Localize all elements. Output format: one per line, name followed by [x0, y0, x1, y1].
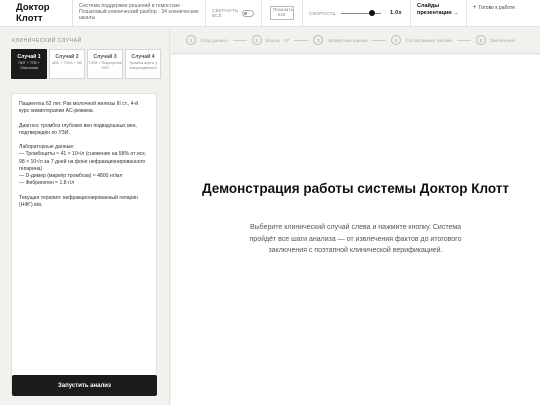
slides-link[interactable]: Слайды презентации →: [411, 0, 467, 26]
show-all-control: Показать всё: [262, 0, 303, 26]
collapse-all-control[interactable]: СВЕРНУТЬ ВСЁ: [206, 0, 262, 26]
show-all-button[interactable]: Показать всё: [270, 6, 294, 20]
app-subtitle: Система поддержки решений в гемостазе · …: [73, 0, 206, 26]
case-lab-ddimer: — D-димер (маркёр тромбоза) ≈ 4800 нг/мл: [19, 173, 123, 179]
app-logo: Доктор Клотт: [0, 0, 73, 26]
step-number: 4: [391, 35, 402, 45]
step-separator: [372, 39, 387, 41]
step-label: Шкалы · 97: [265, 37, 290, 43]
collapse-all-label: СВЕРНУТЬ ВСЁ: [212, 7, 239, 19]
step-label: Сбор данных: [200, 37, 228, 43]
status-text: Готово к работе: [478, 5, 516, 11]
case-description: Пациентка 62 лет. Рак молочной железы II…: [11, 93, 157, 395]
step-number: 5: [475, 35, 486, 45]
demo-title: Демонстрация работы системы Доктор Клотт: [201, 181, 510, 196]
section-title: КЛИНИЧЕСКИЙ СЛУЧАЙ: [12, 38, 82, 44]
case-lab-title: Лабораторные данные:: [19, 144, 75, 151]
demo-description: Выберите клинический случай слева и нажм…: [249, 224, 462, 254]
step-separator: [294, 39, 309, 41]
step-1: 1 Сбор данных: [186, 35, 228, 45]
case-tab-desc: Тромбоз аорты у новорожденного: [128, 61, 158, 70]
case-tab-desc: ПИТ + ТГВ + Онкология: [18, 61, 40, 70]
case-lab-fibrinogen: — Фибриноген ≈ 1.8 г/л: [19, 180, 75, 187]
collapse-all-toggle[interactable]: [242, 9, 254, 17]
case-tab-desc: ТЭЛА + Подозрение ЭНО: [88, 61, 122, 70]
case-tab-title: Случай 1: [17, 54, 41, 60]
case-tab-2[interactable]: Случай 2 АВС + ТХЛА + ФВ: [49, 49, 85, 79]
step-label: Согласование тактики: [405, 37, 452, 43]
status-icon: +: [473, 5, 477, 11]
status-ready: + Готово к работе: [467, 0, 540, 26]
steps-bar: 1 Сбор данных 2 Шкалы · 97 3 Экспертная …: [171, 27, 540, 54]
main-content: Демонстрация работы системы Доктор Клотт…: [171, 55, 540, 405]
step-label: Экспертная оценка: [327, 37, 368, 43]
step-2: 2 Шкалы · 97: [251, 35, 290, 45]
step-label: Заключение: [489, 37, 516, 43]
step-5: 5 Заключение: [475, 35, 516, 45]
step-3: 3 Экспертная оценка: [313, 35, 367, 45]
app-header: Доктор Клотт Система поддержки решений в…: [0, 0, 540, 27]
case-text-therapy: Текущая терапия: нефракционированный геп…: [19, 194, 138, 208]
case-lab-block: Лабораторные данные: — Тромбоциты ≈ 41 ×…: [19, 144, 149, 187]
case-text-intro: Пациентка 62 лет. Рак молочной железы II…: [19, 101, 139, 115]
case-tab-1[interactable]: Случай 1 ПИТ + ТГВ + Онкология: [11, 49, 47, 79]
speed-slider-thumb[interactable]: [368, 10, 375, 16]
case-tab-title: Случай 3: [93, 54, 117, 60]
step-number: 3: [313, 35, 324, 45]
speed-slider[interactable]: [340, 9, 381, 17]
case-tab-title: Случай 4: [131, 54, 155, 60]
case-tabs: Случай 1 ПИТ + ТГВ + Онкология Случай 2 …: [11, 49, 161, 79]
step-number: 2: [251, 35, 262, 45]
step-separator: [232, 39, 247, 41]
speed-slider-track: [340, 12, 381, 14]
step-separator: [456, 39, 471, 41]
step-number: 1: [186, 35, 196, 45]
speed-label: СКОРОСТЬ: [309, 10, 336, 16]
case-tab-4[interactable]: Случай 4 Тромбоз аорты у новорожденного: [125, 49, 161, 79]
case-tab-title: Случай 2: [55, 54, 79, 60]
case-lab-platelets: — Тромбоциты ≈ 41 × 10⁹/л (снижение на 5…: [19, 151, 147, 172]
left-panel: КЛИНИЧЕСКИЙ СЛУЧАЙ Случай 1 ПИТ + ТГВ + …: [0, 27, 170, 405]
case-tab-desc: АВС + ТХЛА + ФВ: [52, 61, 82, 65]
speed-value: 1.0x: [389, 10, 402, 16]
speed-control: СКОРОСТЬ 1.0x: [303, 0, 411, 26]
run-analysis-button[interactable]: Запустить анализ: [12, 375, 157, 396]
case-tab-3[interactable]: Случай 3 ТЭЛА + Подозрение ЭНО: [87, 49, 123, 79]
case-text-diagnosis: Диагноз: тромбоз глубоких вен подвздошны…: [19, 122, 137, 136]
step-4: 4 Согласование тактики: [391, 35, 452, 45]
